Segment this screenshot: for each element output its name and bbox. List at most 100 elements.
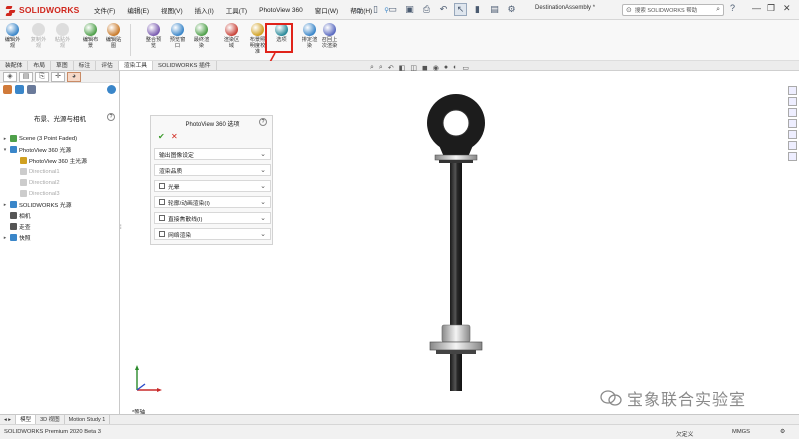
- model-tab[interactable]: 模型: [16, 415, 37, 424]
- ribbon-button[interactable]: 粘贴外 观: [53, 23, 72, 49]
- save-icon[interactable]: ▣: [403, 3, 416, 16]
- help-search-box[interactable]: ⊙ 搜索 SOLIDWORKS 帮助 ⌕: [622, 4, 724, 16]
- unit-system[interactable]: MMGS: [732, 429, 750, 435]
- customize-icon[interactable]: ⚙: [780, 429, 785, 435]
- menu-item[interactable]: 视图(V): [155, 5, 189, 15]
- command-tab[interactable]: 草图: [51, 61, 74, 70]
- search-mode-icon[interactable]: ⊙: [626, 6, 632, 14]
- view-orientation-icon[interactable]: ◫: [410, 64, 417, 72]
- chevron-down-icon[interactable]: ⌄: [260, 214, 266, 222]
- options-group[interactable]: 轮廓/动画渲染(I) ⌄: [154, 196, 271, 208]
- display-manager-icon[interactable]: ◕: [67, 72, 81, 82]
- chevron-down-icon[interactable]: ⌄: [260, 198, 266, 206]
- view-palette-icon[interactable]: [788, 130, 797, 139]
- tree-item[interactable]: ▾ PhotoView 360 光源: [2, 144, 87, 155]
- menu-item[interactable]: PhotoView 360: [253, 7, 309, 14]
- expand-arrow-icon[interactable]: ▸: [2, 136, 8, 142]
- group-checkbox[interactable]: [159, 215, 165, 221]
- tree-item[interactable]: PhotoView 360 主光源: [2, 155, 87, 166]
- search-input[interactable]: 搜索 SOLIDWORKS 帮助: [635, 6, 713, 14]
- command-tab[interactable]: 评估: [96, 61, 119, 70]
- command-tab[interactable]: 装配体: [0, 61, 29, 70]
- home-icon[interactable]: ⌂: [352, 3, 365, 16]
- display-pane-icon[interactable]: [107, 85, 116, 94]
- tree-item[interactable]: ▸ 快照: [2, 232, 87, 243]
- command-tab[interactable]: 渲染工具: [118, 61, 154, 70]
- help-icon[interactable]: ?: [107, 113, 115, 121]
- configuration-manager-icon[interactable]: ⎘: [35, 72, 49, 82]
- group-checkbox[interactable]: [159, 231, 165, 237]
- menu-item[interactable]: 插入(I): [189, 5, 220, 15]
- display-style-icon[interactable]: ◼: [422, 64, 428, 72]
- view-settings-icon[interactable]: ▭: [462, 64, 469, 72]
- appearances-icon[interactable]: [788, 141, 797, 150]
- ribbon-button[interactable]: 最终渲 染: [192, 23, 211, 49]
- home-icon[interactable]: [788, 86, 797, 95]
- options-group[interactable]: 直接焦散线(I) ⌄: [154, 212, 271, 224]
- expand-arrow-icon[interactable]: ▸: [2, 202, 8, 208]
- dimxpert-icon[interactable]: ✛: [51, 72, 65, 82]
- zoom-area-icon[interactable]: ⌕: [379, 64, 383, 72]
- options-group[interactable]: 网络渲染 ⌄: [154, 228, 271, 240]
- menu-item[interactable]: 工具(T): [220, 5, 253, 15]
- options-group[interactable]: 输出图像设定 ⌄: [154, 148, 271, 160]
- configuration-name[interactable]: DestinationAssembly *: [535, 5, 595, 11]
- resources-icon[interactable]: [788, 97, 797, 106]
- close-icon[interactable]: ✕: [783, 3, 791, 14]
- ribbon-button[interactable]: 渲染区 域: [222, 23, 241, 49]
- property-manager-icon[interactable]: ▤: [19, 72, 33, 82]
- tree-item[interactable]: ▸ SOLIDWORKS 光源: [2, 199, 87, 210]
- restore-icon[interactable]: ❐: [767, 3, 775, 14]
- expand-arrow-icon[interactable]: ▸: [2, 235, 8, 241]
- decals-icon[interactable]: [15, 85, 24, 94]
- apply-scene-icon[interactable]: ◐: [453, 64, 457, 72]
- open-folder-icon[interactable]: ▭: [386, 3, 399, 16]
- previous-view-icon[interactable]: ↶: [388, 64, 394, 72]
- file-properties-icon[interactable]: ▤: [488, 3, 501, 16]
- feature-tree-icon[interactable]: ◈: [3, 72, 17, 82]
- model-tab[interactable]: Motion Study 1: [65, 415, 111, 424]
- ribbon-button[interactable]: 复制外 观: [29, 23, 48, 49]
- tab-scroll-arrows-icon[interactable]: ◂ ▸: [0, 415, 17, 424]
- tree-item[interactable]: Directional2: [2, 177, 87, 188]
- chevron-down-icon[interactable]: ⌄: [260, 230, 266, 238]
- design-library-icon[interactable]: [788, 108, 797, 117]
- tree-item[interactable]: Directional3: [2, 188, 87, 199]
- minimize-icon[interactable]: —: [752, 3, 761, 13]
- options-group[interactable]: 渲染品质 ⌄: [154, 164, 271, 176]
- print-icon[interactable]: ⎙: [420, 3, 433, 16]
- model-tab[interactable]: 3D 视图: [36, 415, 65, 424]
- help-icon[interactable]: ?: [259, 118, 267, 126]
- menu-item[interactable]: 编辑(E): [121, 5, 155, 15]
- tree-item[interactable]: Directional1: [2, 166, 87, 177]
- ok-check-icon[interactable]: ✔: [158, 132, 165, 141]
- zoom-to-fit-icon[interactable]: ⌕: [370, 64, 374, 72]
- tree-item[interactable]: ▸ Scene (3 Point Faded): [2, 133, 87, 144]
- menu-item[interactable]: 文件(F): [88, 5, 121, 15]
- search-icon[interactable]: ⌕: [716, 6, 720, 14]
- undo-icon[interactable]: ↶: [437, 3, 450, 16]
- ribbon-button[interactable]: 编辑贴 图: [104, 23, 123, 49]
- rebuild-icon[interactable]: ▮: [471, 3, 484, 16]
- help-icon[interactable]: ?: [730, 3, 735, 13]
- file-explorer-icon[interactable]: [788, 119, 797, 128]
- chevron-down-icon[interactable]: ⌄: [260, 182, 266, 190]
- solidworks-logo[interactable]: SOLIDWORKS: [5, 4, 80, 16]
- command-tab[interactable]: 布局: [28, 61, 52, 70]
- edit-appearance-icon[interactable]: ●: [444, 64, 448, 72]
- ribbon-button[interactable]: 预览窗 口: [168, 23, 187, 49]
- tree-item[interactable]: 相机: [2, 210, 87, 221]
- ribbon-button[interactable]: 编辑外 观: [3, 23, 22, 49]
- ribbon-button[interactable]: 排定渲 染: [300, 23, 319, 49]
- appearance-icon[interactable]: [3, 85, 12, 94]
- chevron-down-icon[interactable]: ⌄: [260, 150, 266, 158]
- group-checkbox[interactable]: [159, 199, 165, 205]
- ribbon-button[interactable]: 整合预 览: [144, 23, 163, 49]
- group-checkbox[interactable]: [159, 183, 165, 189]
- ribbon-button[interactable]: 召回上 次渲染: [320, 23, 339, 49]
- scene-lights-cameras-icon[interactable]: [27, 85, 36, 94]
- expand-arrow-icon[interactable]: ▾: [2, 147, 8, 153]
- options-group[interactable]: 光晕 ⌄: [154, 180, 271, 192]
- new-document-icon[interactable]: ▯: [369, 3, 382, 16]
- chevron-down-icon[interactable]: ⌄: [260, 166, 266, 174]
